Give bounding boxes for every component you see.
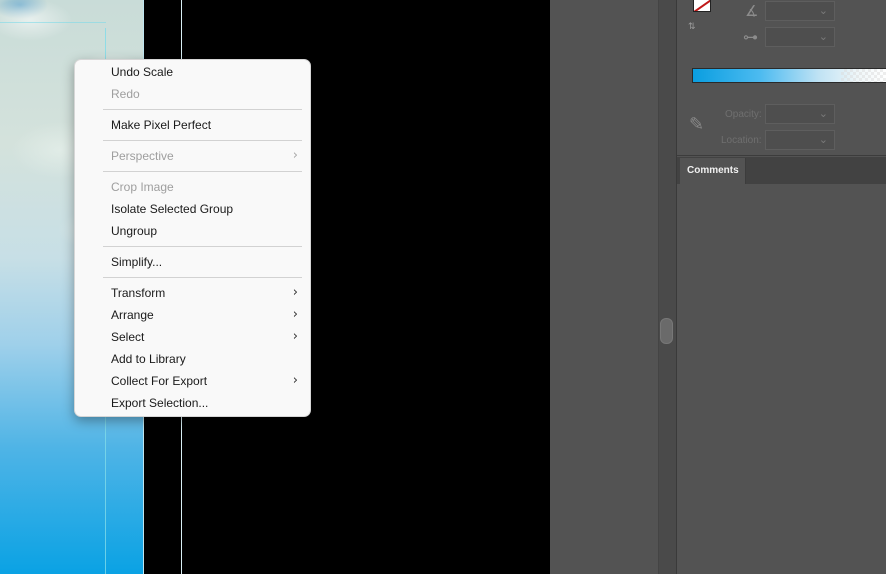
chevron-down-icon: ⌄: [818, 133, 828, 146]
menu-item-label: Make Pixel Perfect: [111, 118, 212, 132]
menu-item-isolate-selected-group[interactable]: Isolate Selected Group: [75, 198, 310, 220]
menu-item-add-to-library[interactable]: Add to Library: [75, 348, 310, 370]
chevron-right-icon: ›: [292, 329, 298, 344]
menu-separator: [75, 273, 310, 282]
tab-comments[interactable]: Comments: [680, 158, 746, 184]
aspect-ratio-icon: ⊶: [743, 28, 758, 46]
menu-item-perspective[interactable]: Perspective ›: [75, 145, 310, 167]
menu-item-label: Collect For Export: [111, 374, 208, 388]
fill-swatch-icon[interactable]: [693, 0, 711, 12]
menu-item-undo-scale[interactable]: Undo Scale: [75, 61, 310, 83]
gradient-slider[interactable]: [692, 68, 886, 83]
context-menu: Undo Scale Redo Make Pixel Perfect Persp…: [74, 59, 311, 417]
menu-item-label: Ungroup: [111, 224, 158, 238]
menu-item-label: Simplify...: [111, 255, 163, 269]
menu-separator: [75, 136, 310, 145]
opacity-label: Opacity:: [725, 109, 762, 120]
menu-item-arrange[interactable]: Arrange ›: [75, 304, 310, 326]
menu-item-select[interactable]: Select ›: [75, 326, 310, 348]
chevron-right-icon: ›: [292, 285, 298, 300]
menu-item-label: Export Selection...: [111, 396, 209, 410]
comments-panel-body: [677, 184, 886, 574]
gradient-panel: ⇅ ∡ ⌄ ⊶ ⌄ ✎ Opacity: ⌄ Location: ⌄: [677, 0, 886, 156]
eyedropper-icon[interactable]: ✎: [689, 114, 704, 135]
chevron-down-icon: ⌄: [818, 4, 828, 17]
vertical-scrollbar[interactable]: [658, 0, 676, 574]
chevron-right-icon: ›: [292, 373, 298, 388]
menu-separator: [75, 105, 310, 114]
menu-item-crop-image[interactable]: Crop Image: [75, 176, 310, 198]
menu-item-label: Undo Scale: [111, 65, 174, 79]
menu-item-ungroup[interactable]: Ungroup: [75, 220, 310, 242]
menu-item-label: Isolate Selected Group: [111, 202, 234, 216]
menu-item-label: Perspective: [111, 149, 174, 163]
menu-item-export-selection[interactable]: Export Selection...: [75, 392, 310, 414]
menu-item-label: Select: [111, 330, 145, 344]
angle-icon: ∡: [745, 2, 759, 20]
scrollbar-thumb[interactable]: [660, 318, 673, 344]
menu-item-label: Add to Library: [111, 352, 186, 366]
location-dropdown[interactable]: ⌄: [765, 130, 835, 150]
menu-item-make-pixel-perfect[interactable]: Make Pixel Perfect: [75, 114, 310, 136]
aspect-ratio-dropdown[interactable]: ⌄: [765, 27, 835, 47]
menu-item-label: Redo: [111, 87, 140, 101]
chevron-down-icon: ⌄: [818, 107, 828, 120]
menu-separator: [75, 167, 310, 176]
swap-icon[interactable]: ⇅: [688, 22, 704, 38]
chevron-right-icon: ›: [292, 307, 298, 322]
opacity-dropdown[interactable]: ⌄: [765, 104, 835, 124]
menu-item-label: Crop Image: [111, 180, 174, 194]
menu-item-label: Transform: [111, 286, 166, 300]
menu-item-redo[interactable]: Redo: [75, 83, 310, 105]
menu-separator: [75, 242, 310, 251]
menu-item-label: Arrange: [111, 308, 154, 322]
chevron-right-icon: ›: [292, 148, 298, 163]
guide-line: [0, 22, 106, 23]
panel-tab-bar: Comments: [677, 157, 886, 184]
menu-item-simplify[interactable]: Simplify...: [75, 251, 310, 273]
location-label: Location:: [721, 135, 762, 146]
menu-item-transform[interactable]: Transform ›: [75, 282, 310, 304]
chevron-down-icon: ⌄: [818, 30, 828, 43]
menu-item-collect-for-export[interactable]: Collect For Export ›: [75, 370, 310, 392]
angle-dropdown[interactable]: ⌄: [765, 1, 835, 21]
right-panel: ⇅ ∡ ⌄ ⊶ ⌄ ✎ Opacity: ⌄ Location: ⌄ Comme…: [676, 0, 886, 574]
